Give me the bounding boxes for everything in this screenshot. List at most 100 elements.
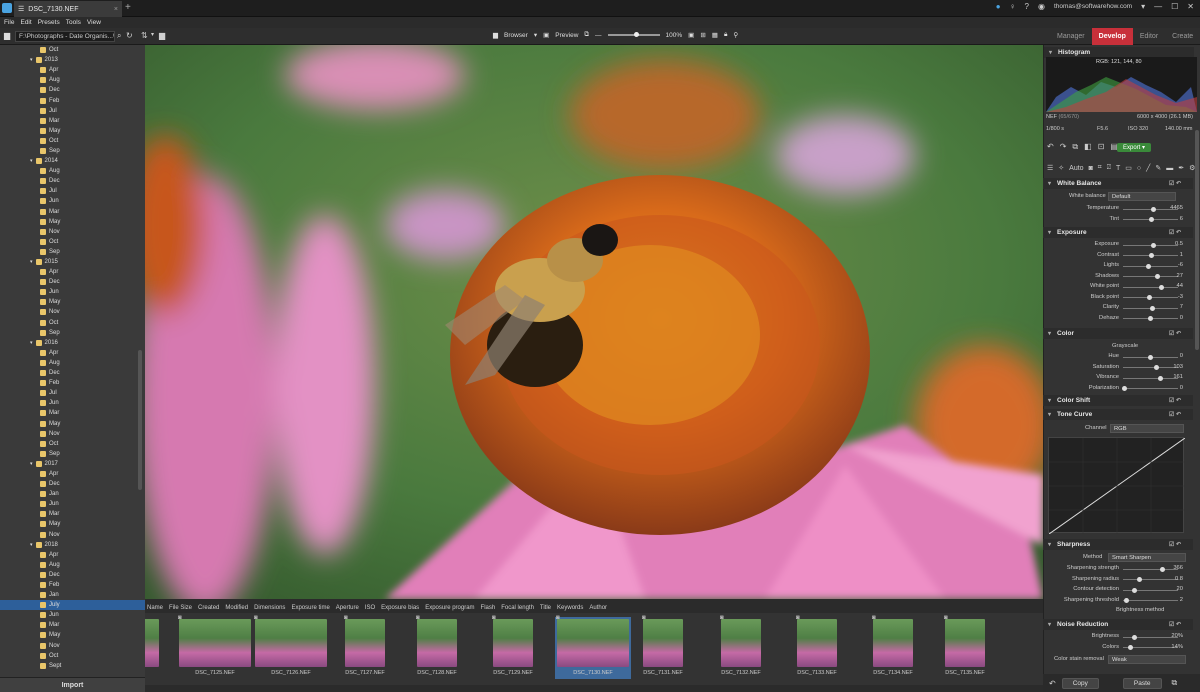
thumbnail[interactable]: ◙ DSC_7132.NEF	[719, 615, 763, 679]
slider-knob[interactable]	[1150, 242, 1156, 248]
tree-month-item[interactable]: Mar	[0, 509, 145, 519]
slider-knob[interactable]	[1153, 365, 1159, 371]
tree-month-item[interactable]: May	[0, 630, 145, 640]
tree-month-item[interactable]: Nov	[0, 227, 145, 237]
thumbnail[interactable]: ◙ DSC_7134.NEF	[871, 615, 915, 679]
slider-value[interactable]: 20	[1161, 586, 1183, 592]
tree-month-item[interactable]: Jun	[0, 499, 145, 509]
column-header-dimensions[interactable]: Dimensions	[254, 605, 285, 611]
tree-month-item[interactable]: Jul	[0, 186, 145, 196]
slider-value[interactable]: 4465	[1161, 205, 1183, 211]
slider-knob[interactable]	[1137, 577, 1142, 583]
fit-icon[interactable]: ⊞	[700, 31, 705, 39]
tree-year-item[interactable]: ▾ 2014	[0, 156, 145, 166]
column-header-created[interactable]: Created	[198, 605, 219, 611]
tree-month-item[interactable]: Sep	[0, 146, 145, 156]
tone-curve-header[interactable]: Tone Curve ☑ ↶	[1043, 409, 1193, 420]
lock-settings-icon[interactable]: ⊡	[1098, 142, 1105, 152]
thumbnail[interactable]: ◙ DSC_7130.NEF	[555, 615, 631, 679]
tree-month-item[interactable]: Oct	[0, 45, 145, 55]
line-icon[interactable]: ╱	[1146, 164, 1150, 172]
import-button[interactable]: Import	[0, 677, 145, 692]
folder-new-icon[interactable]: ▆	[159, 31, 165, 40]
brush-icon[interactable]: ✎	[1155, 164, 1161, 172]
tab-editor[interactable]: Editor	[1133, 28, 1165, 45]
channel-dropdown[interactable]: RGB	[1110, 424, 1184, 433]
browser-button[interactable]: Browser	[504, 32, 528, 39]
slider-value[interactable]: -6	[1161, 262, 1183, 268]
tree-month-item[interactable]: Dec	[0, 85, 145, 95]
preview-button[interactable]: Preview	[555, 32, 578, 39]
hamburger-icon[interactable]: ☰	[18, 5, 24, 13]
slider-knob[interactable]	[1148, 316, 1153, 321]
slider-knob[interactable]	[1148, 253, 1154, 258]
tree-month-item[interactable]: May	[0, 519, 145, 529]
paste-menu-icon[interactable]: ⧉	[1172, 678, 1178, 688]
tree-month-item[interactable]: May	[0, 217, 145, 227]
thumbnail[interactable]: ◙ DSC_7126.NEF	[253, 615, 329, 679]
tree-month-item[interactable]: May	[0, 418, 145, 428]
column-header-flash[interactable]: Flash	[481, 605, 496, 611]
tree-month-item[interactable]: Nov	[0, 530, 145, 540]
text-icon[interactable]: T	[1116, 165, 1120, 172]
minimize-icon[interactable]: —	[1154, 2, 1162, 11]
tree-month-item[interactable]: Jun	[0, 610, 145, 620]
pen-icon[interactable]: ✒	[1178, 164, 1184, 172]
close-tab-icon[interactable]: ×	[114, 6, 118, 13]
thumbnail[interactable]: ◙ DSC_7127.NEF	[343, 615, 387, 679]
slider-knob[interactable]	[1131, 587, 1137, 593]
slider-knob[interactable]	[1146, 295, 1152, 300]
tree-month-item[interactable]: Aug	[0, 75, 145, 85]
sort-chevron-icon[interactable]: ▾	[151, 31, 154, 38]
tree-month-item[interactable]: Apr	[0, 267, 145, 277]
tree-month-item[interactable]: Sep	[0, 247, 145, 257]
close-window-icon[interactable]: ✕	[1187, 2, 1194, 11]
tree-expand-icon[interactable]: ▾	[30, 158, 33, 164]
tree-year-item[interactable]: ▾ 2016	[0, 338, 145, 348]
tree-month-item[interactable]: Oct	[0, 439, 145, 449]
thumbnail[interactable]: ◙ DSC_7125.NEF	[177, 615, 253, 679]
browser-icon[interactable]: ▆	[493, 31, 498, 39]
slider-knob[interactable]	[1145, 263, 1151, 269]
tree-month-item[interactable]: Apr	[0, 550, 145, 560]
zoom-slider[interactable]	[607, 32, 660, 37]
slider-value[interactable]: -3	[1161, 294, 1183, 300]
column-header-iso[interactable]: ISO	[365, 605, 375, 611]
maximize-icon[interactable]: ☐	[1171, 2, 1178, 11]
tree-expand-icon[interactable]: ▾	[30, 340, 33, 346]
sort-icon[interactable]: ⇅	[141, 31, 148, 40]
column-header-exposure-bias[interactable]: Exposure bias	[381, 605, 419, 611]
tree-month-item[interactable]: Dec	[0, 277, 145, 287]
section-toggle-icon[interactable]: ☑ ↶	[1169, 411, 1181, 418]
tree-year-item[interactable]: ▾ 2017	[0, 459, 145, 469]
tree-month-item[interactable]: Sep	[0, 449, 145, 459]
tree-year-item[interactable]: ▾ 2013	[0, 55, 145, 65]
slider-value[interactable]: 0	[1161, 315, 1183, 321]
column-header-author[interactable]: Author	[589, 605, 607, 611]
color-shift-header[interactable]: Color Shift ☑ ↶	[1043, 395, 1193, 406]
menu-file[interactable]: File	[4, 19, 14, 26]
sharpness-header[interactable]: Sharpness ☑ ↶	[1043, 539, 1193, 550]
section-toggle-icon[interactable]: ☑ ↶	[1169, 180, 1181, 187]
exposure-header[interactable]: Exposure ☑ ↶	[1043, 227, 1193, 238]
tree-month-item[interactable]: Mar	[0, 620, 145, 630]
account-chevron-icon[interactable]: ▾	[1141, 2, 1145, 11]
slider-knob[interactable]	[1149, 217, 1155, 222]
thumbnail[interactable]: ◙ DSC_7129.NEF	[491, 615, 535, 679]
menu-tools[interactable]: Tools	[66, 19, 81, 26]
tree-month-item[interactable]: May	[0, 297, 145, 307]
tree-month-item[interactable]: Mar	[0, 408, 145, 418]
folder-icon[interactable]: ▆	[4, 31, 10, 40]
tree-month-item[interactable]: Nov	[0, 641, 145, 651]
noise-reduction-header[interactable]: Noise Reduction ☑ ↶	[1043, 619, 1193, 630]
tree-month-item[interactable]: Oct	[0, 136, 145, 146]
tree-month-item[interactable]: Apr	[0, 348, 145, 358]
zoom-100-icon[interactable]: ▣	[688, 31, 694, 39]
crop-icon[interactable]: ⌗	[1098, 164, 1102, 172]
slider-knob[interactable]	[1121, 386, 1127, 392]
document-tab[interactable]: ☰ DSC_7130.NEF ×	[14, 1, 122, 17]
menu-edit[interactable]: Edit	[20, 19, 31, 26]
slider-value[interactable]: 366	[1161, 565, 1183, 571]
thumbnail[interactable]: ◙ DSC_7128.NEF	[415, 615, 459, 679]
tree-month-item[interactable]: Aug	[0, 166, 145, 176]
